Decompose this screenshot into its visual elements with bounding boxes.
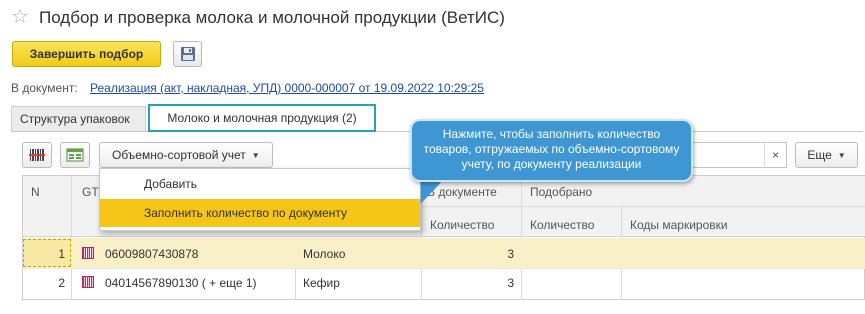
accounting-mode-label: Объемно-сортовой учет: [112, 148, 246, 162]
document-link[interactable]: Реализация (акт, накладная, УПД) 0000-00…: [90, 80, 484, 96]
row-gtin: 04014567890130 ( + еще 1): [105, 276, 257, 290]
col-header-picked: Подобрано: [530, 185, 593, 199]
tab-milk-products[interactable]: Молоко и молочная продукция (2): [148, 104, 376, 132]
col-header-n: N: [31, 185, 40, 199]
barcode-icon: [82, 276, 94, 288]
col-header-picked-qty: Количество: [530, 218, 595, 232]
more-label: Еще: [807, 148, 832, 162]
clear-search-icon[interactable]: ×: [764, 142, 787, 168]
row-number: 1: [58, 247, 65, 261]
barcode-icon: [82, 247, 94, 259]
menu-item-add[interactable]: Добавить: [100, 173, 420, 195]
row-name: Кефир: [303, 276, 340, 290]
hint-callout: Нажмите, чтобы заполнить количество това…: [410, 119, 693, 182]
accounting-mode-dropdown[interactable]: Объемно-сортовой учет ▼: [99, 142, 273, 168]
page-title: Подбор и проверка молока и молочной прод…: [39, 8, 505, 27]
finish-selection-button[interactable]: Завершить подбор: [12, 41, 161, 67]
row-number: 2: [58, 276, 65, 290]
barcode-scan-button[interactable]: [22, 142, 52, 168]
barcode-scan-icon: [29, 149, 45, 161]
row-name: Молоко: [303, 247, 346, 261]
save-icon: [180, 47, 195, 61]
favorite-star-icon[interactable]: ☆: [11, 6, 29, 28]
row-doc-qty: 3: [507, 276, 514, 290]
fill-table-button[interactable]: [60, 142, 90, 168]
chevron-down-icon: ▼: [837, 150, 846, 160]
row-gtin: 06009807430878: [105, 247, 199, 261]
document-label: В документ:: [11, 81, 78, 95]
tab-package-structure[interactable]: Структура упаковок: [11, 106, 146, 131]
menu-item-fill-by-document[interactable]: Заполнить количество по документу: [100, 199, 420, 227]
row-doc-qty: 3: [507, 247, 514, 261]
col-header-codes: Коды маркировки: [630, 218, 728, 232]
fill-table-icon: [66, 148, 84, 162]
header-subdivider: [421, 206, 865, 207]
col-header-gtin: GT: [82, 185, 99, 199]
col-header-doc-qty: Количество: [430, 218, 495, 232]
more-button[interactable]: Еще ▼: [795, 142, 858, 168]
save-button[interactable]: [173, 41, 202, 67]
chevron-down-icon: ▼: [251, 150, 260, 160]
